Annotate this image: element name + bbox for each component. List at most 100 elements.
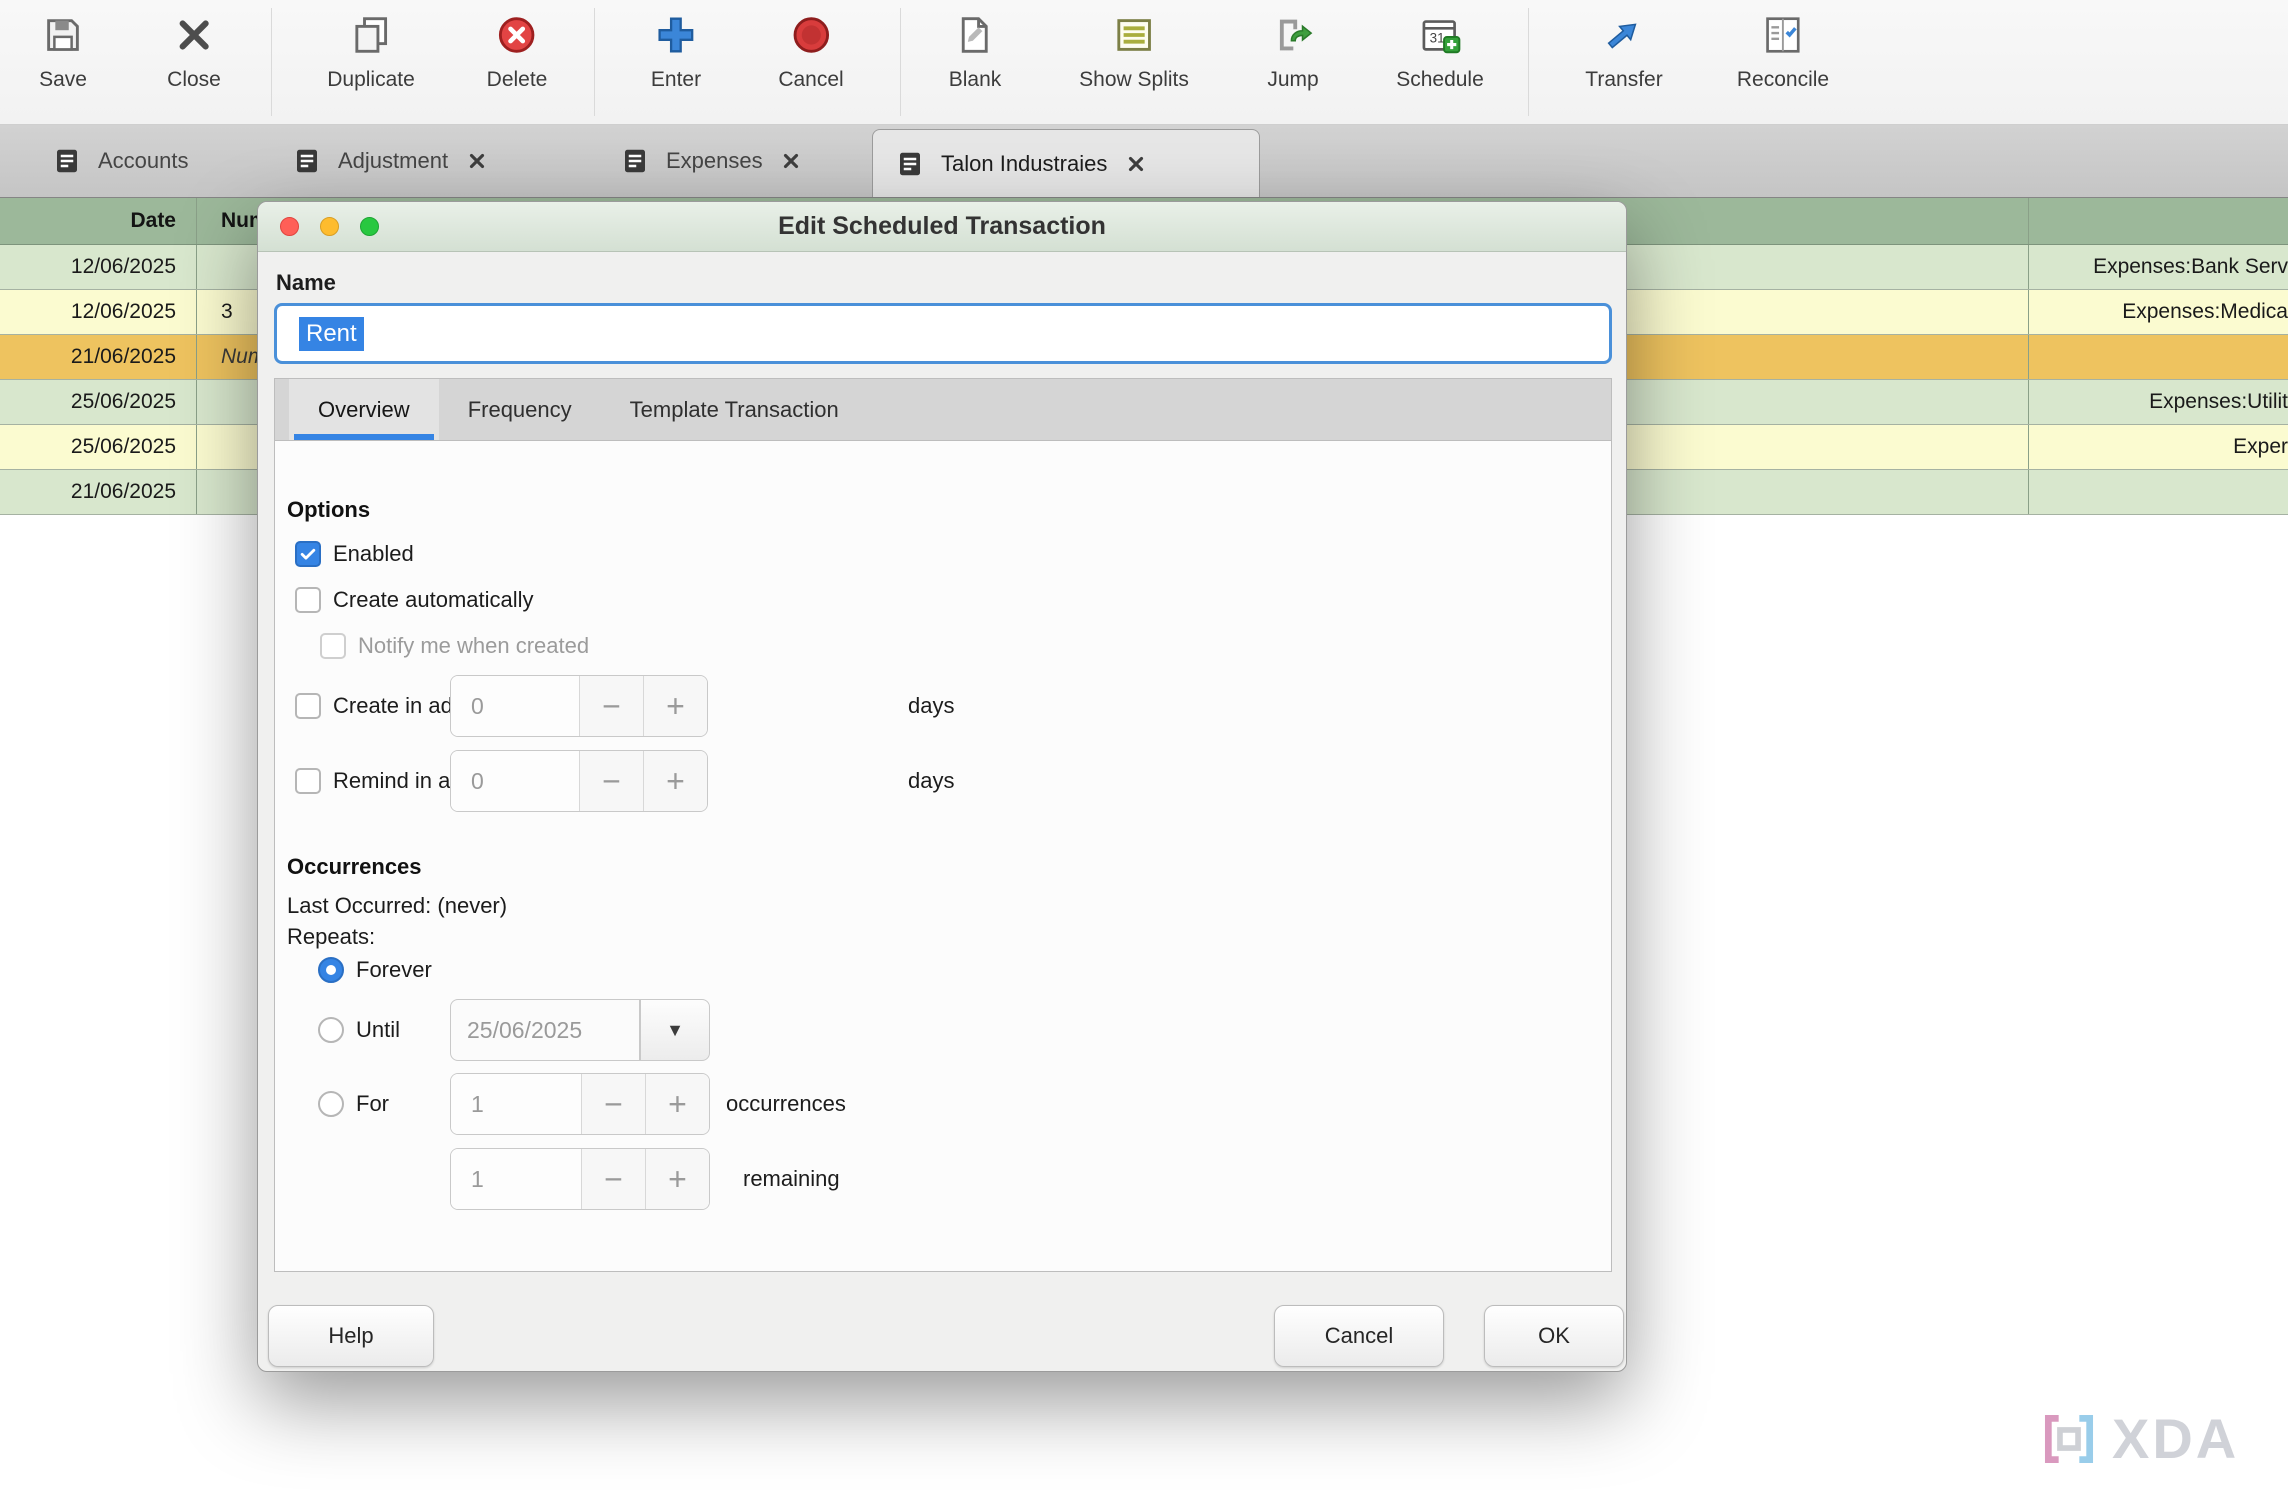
tab-template-transaction[interactable]: Template Transaction: [601, 379, 868, 440]
remind-in-advance-checkbox[interactable]: [295, 768, 321, 794]
notify-checkbox[interactable]: [320, 633, 346, 659]
occurrences-heading: Occurrences: [287, 854, 422, 880]
selected-text: Rent: [299, 317, 364, 351]
tab-close-icon[interactable]: [779, 148, 804, 174]
cancel-button[interactable]: Cancel: [1274, 1305, 1444, 1367]
repeats-label: Repeats:: [287, 923, 375, 951]
account-cell: [2028, 335, 2288, 379]
decrement-icon[interactable]: −: [581, 1074, 645, 1134]
tab-label: Frequency: [468, 397, 572, 423]
register-icon: [292, 146, 322, 176]
help-button[interactable]: Help: [268, 1305, 434, 1367]
date-cell: 12/06/2025: [0, 290, 197, 334]
xda-logo-icon: [2038, 1408, 2100, 1470]
toolbar-item-label: Duplicate: [327, 68, 415, 92]
toolbar-item-label: Reconcile: [1737, 68, 1829, 92]
tab-adjustment[interactable]: Adjustment: [270, 125, 526, 197]
jump-button[interactable]: Jump: [1267, 10, 1318, 115]
for-occurrences-spinner[interactable]: 1 − +: [450, 1073, 710, 1135]
create-automatically-checkbox[interactable]: [295, 587, 321, 613]
button-label: Cancel: [1325, 1323, 1393, 1349]
enter-button[interactable]: Enter: [651, 10, 701, 115]
register-icon: [52, 146, 82, 176]
transfer-button[interactable]: Transfer: [1585, 10, 1662, 115]
chevron-down-icon: ▼: [666, 1020, 684, 1041]
increment-icon[interactable]: +: [643, 751, 707, 811]
decrement-icon[interactable]: −: [579, 676, 643, 736]
date-cell: 12/06/2025: [0, 245, 197, 289]
show-splits-button[interactable]: Show Splits: [1079, 10, 1189, 115]
create-in-advance-checkbox[interactable]: [295, 693, 321, 719]
for-radio[interactable]: [318, 1091, 344, 1117]
remind-in-advance-spinner[interactable]: 0 − +: [450, 750, 708, 812]
tab-overview[interactable]: Overview: [289, 379, 439, 440]
until-radio[interactable]: [318, 1017, 344, 1043]
delete-icon: [492, 10, 542, 60]
create-in-advance-spinner[interactable]: 0 − +: [450, 675, 708, 737]
create-automatically-label: Create automatically: [333, 586, 534, 614]
tab-close-icon[interactable]: [464, 148, 490, 174]
toolbar-separator: [900, 8, 901, 116]
name-input[interactable]: Rent: [274, 303, 1612, 364]
enabled-checkbox[interactable]: [295, 541, 321, 567]
toolbar-item-label: Show Splits: [1079, 68, 1189, 92]
enter-icon: [651, 10, 701, 60]
zoom-window-icon[interactable]: [360, 217, 379, 236]
increment-icon[interactable]: +: [645, 1149, 709, 1209]
duplicate-button[interactable]: Duplicate: [327, 10, 415, 115]
toolbar-item-label: Schedule: [1396, 68, 1484, 92]
date-cell: 25/06/2025: [0, 425, 197, 469]
tab-talon-industraies[interactable]: Talon Industraies: [872, 129, 1260, 197]
for-label: For: [356, 1090, 389, 1118]
blank-button[interactable]: Blank: [949, 10, 1002, 115]
until-date-dropdown-button[interactable]: ▼: [640, 999, 710, 1061]
close-window-icon[interactable]: [280, 217, 299, 236]
register-icon: [620, 146, 650, 176]
tab-label: Template Transaction: [630, 397, 839, 423]
minimize-window-icon[interactable]: [320, 217, 339, 236]
forever-label: Forever: [356, 956, 432, 984]
increment-icon[interactable]: +: [645, 1074, 709, 1134]
close-icon: [169, 10, 219, 60]
ok-button[interactable]: OK: [1484, 1305, 1624, 1367]
increment-icon[interactable]: +: [643, 676, 707, 736]
tab-label: Talon Industraies: [941, 151, 1107, 177]
account-cell: [2028, 470, 2288, 514]
column-header-date[interactable]: Date: [0, 198, 197, 244]
duplicate-icon: [346, 10, 396, 60]
notify-label: Notify me when created: [358, 632, 589, 660]
watermark-text: XDA: [2112, 1406, 2239, 1471]
delete-button[interactable]: Delete: [487, 10, 548, 115]
tab-close-icon[interactable]: [1123, 151, 1149, 177]
tab-label: Accounts: [98, 148, 189, 174]
reconcile-button[interactable]: Reconcile: [1737, 10, 1829, 115]
account-cell: Expenses:Bank Serv: [2028, 245, 2288, 289]
tab-frequency[interactable]: Frequency: [439, 379, 601, 440]
column-header-account[interactable]: [2028, 198, 2288, 244]
toolbar-separator: [594, 8, 595, 116]
dialog-notebook: Overview Frequency Template Transaction …: [274, 378, 1612, 1272]
until-date-input[interactable]: 25/06/2025: [450, 999, 640, 1061]
show-splits-icon: [1109, 10, 1159, 60]
save-button[interactable]: Save: [38, 10, 88, 115]
spinner-value: 0: [451, 751, 579, 811]
dialog-titlebar[interactable]: Edit Scheduled Transaction: [258, 202, 1626, 252]
schedule-button[interactable]: 31 Schedule: [1396, 10, 1484, 115]
jump-icon: [1268, 10, 1318, 60]
decrement-icon[interactable]: −: [581, 1149, 645, 1209]
spinner-value: 1: [451, 1074, 581, 1134]
toolbar-item-label: Close: [167, 68, 221, 92]
tab-accounts[interactable]: Accounts: [30, 125, 230, 197]
account-cell: Expenses:Medica: [2028, 290, 2288, 334]
forever-radio[interactable]: [318, 957, 344, 983]
dialog-tab-strip: Overview Frequency Template Transaction: [275, 379, 1611, 441]
tab-expenses[interactable]: Expenses: [598, 125, 826, 197]
remaining-spinner[interactable]: 1 − +: [450, 1148, 710, 1210]
svg-text:31: 31: [1429, 31, 1444, 46]
cancel-button[interactable]: Cancel: [778, 10, 843, 115]
decrement-icon[interactable]: −: [579, 751, 643, 811]
date-cell: 25/06/2025: [0, 380, 197, 424]
close-button[interactable]: Close: [167, 10, 221, 115]
toolbar-item-label: Cancel: [778, 68, 843, 92]
button-label: OK: [1538, 1323, 1570, 1349]
